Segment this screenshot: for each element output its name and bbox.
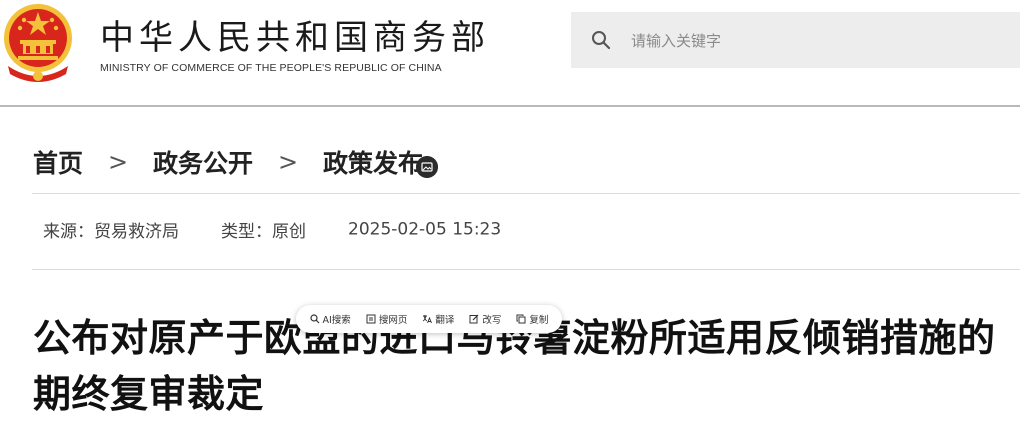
translate-button[interactable]: 翻译 <box>422 312 454 326</box>
ai-search-button[interactable]: AI搜索 <box>309 312 351 326</box>
translate-label: 翻译 <box>435 315 455 326</box>
edit-icon <box>469 314 479 324</box>
breadcrumb-policy-release[interactable]: 政策发布 <box>323 144 423 180</box>
breadcrumb-divider <box>32 193 1020 194</box>
web-search-icon <box>366 314 376 324</box>
article-datetime: 2025-02-05 15:23 <box>348 219 502 240</box>
search-icon <box>309 314 319 324</box>
article-meta: 来源：贸易救济局 类型：原创 2025-02-05 15:23 <box>43 217 502 243</box>
national-emblem-icon[interactable] <box>0 0 76 86</box>
copy-icon <box>516 314 526 324</box>
rewrite-label: 改写 <box>482 315 502 326</box>
search-bar <box>571 12 1020 68</box>
site-header: 中华人民共和国商务部 MINISTRY OF COMMERCE OF THE P… <box>0 0 1020 107</box>
translate-icon <box>423 315 433 324</box>
article-type: 类型：原创 <box>221 222 306 242</box>
article-source: 来源：贸易救济局 <box>43 222 179 242</box>
copy-button[interactable]: 复制 <box>516 312 548 326</box>
copy-label: 复制 <box>529 315 549 326</box>
breadcrumb: 首页 > 政务公开 > 政策发布 <box>33 144 423 184</box>
breadcrumb-home[interactable]: 首页 <box>33 144 83 180</box>
selection-toolbar: AI搜索 搜网页 翻译 改写 复制 <box>296 305 562 333</box>
rewrite-button[interactable]: 改写 <box>469 312 501 326</box>
site-title-en[interactable]: MINISTRY OF COMMERCE OF THE PEOPLE'S REP… <box>100 62 442 74</box>
site-title-cn[interactable]: 中华人民共和国商务部 <box>100 10 490 59</box>
search-icon[interactable] <box>591 30 611 50</box>
web-search-label: 搜网页 <box>378 315 408 326</box>
image-icon[interactable] <box>416 156 438 178</box>
meta-divider <box>32 269 1020 270</box>
chevron-right-icon: > <box>107 148 129 176</box>
chevron-right-icon: > <box>277 148 299 176</box>
header-divider <box>0 105 1020 107</box>
breadcrumb-government-affairs[interactable]: 政务公开 <box>153 144 253 180</box>
ai-search-label: AI搜索 <box>322 315 351 326</box>
web-search-button[interactable]: 搜网页 <box>366 312 408 326</box>
search-input[interactable] <box>629 26 1003 56</box>
